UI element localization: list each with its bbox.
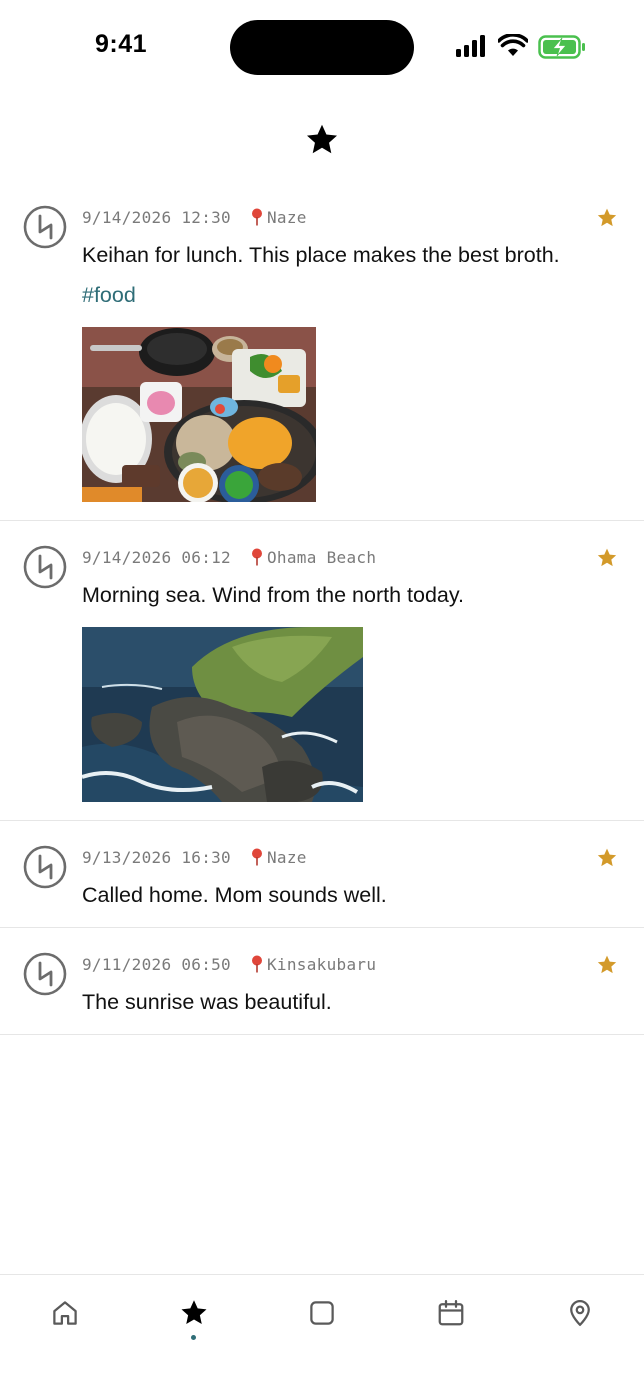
square-icon [310, 1301, 334, 1325]
favorites-star-icon [307, 124, 337, 154]
favorites-feed: 9/14/2026 12:30 Naze Keihan for lunch. T… [0, 181, 644, 1035]
tab-places[interactable] [560, 1293, 600, 1333]
entry-tag[interactable]: #food [82, 281, 644, 309]
starred-icon[interactable] [596, 207, 618, 229]
entry-location[interactable]: Naze [267, 848, 307, 867]
location-pin-icon [252, 208, 262, 226]
journal-entry[interactable]: 9/11/2026 06:50 Kinsakubaru The sunrise … [0, 928, 644, 1035]
avatar-icon [23, 545, 67, 589]
journal-entry[interactable]: 9/14/2026 06:12 Ohama Beach Morning sea.… [0, 521, 644, 821]
location-pin-icon [252, 848, 262, 866]
entry-date: 9/11/2026 06:50 [82, 954, 231, 974]
entry-date: 9/13/2026 16:30 [82, 847, 231, 867]
tab-entries[interactable] [302, 1293, 342, 1333]
entry-location[interactable]: Ohama Beach [267, 548, 376, 567]
tab-favorites[interactable] [174, 1293, 214, 1333]
starred-icon[interactable] [596, 547, 618, 569]
entry-text: The sunrise was beautiful. [82, 990, 332, 1014]
entry-date: 9/14/2026 12:30 [82, 207, 231, 227]
avatar-icon [23, 952, 67, 996]
entry-location[interactable]: Kinsakubaru [267, 955, 376, 974]
starred-icon[interactable] [596, 847, 618, 869]
battery-charging-icon [538, 35, 585, 59]
entry-meta: 9/14/2026 06:12 Ohama Beach [82, 545, 644, 569]
home-icon [53, 1301, 77, 1325]
avatar-icon [23, 845, 67, 889]
location-pin-icon [570, 1300, 590, 1326]
calendar-icon [438, 1300, 464, 1326]
coast-photo[interactable] [82, 627, 363, 802]
star-icon [181, 1300, 207, 1324]
avatar-icon [23, 205, 67, 249]
entry-location[interactable]: Naze [267, 208, 307, 227]
journal-entry[interactable]: 9/13/2026 16:30 Naze Called home. Mom so… [0, 821, 644, 928]
tab-calendar[interactable] [431, 1293, 471, 1333]
location-pin-icon [252, 955, 262, 973]
entry-meta: 9/13/2026 16:30 Naze [82, 845, 644, 869]
selected-tab-indicator [191, 1335, 196, 1340]
tab-home[interactable] [45, 1293, 85, 1333]
entry-meta: 9/14/2026 12:30 Naze [82, 205, 644, 229]
bottom-tab-bar [0, 1274, 644, 1400]
status-bar: 9:41 [0, 0, 644, 96]
entry-text: Called home. Mom sounds well. [82, 883, 387, 907]
location-pin-icon [252, 548, 262, 566]
entry-text: Keihan for lunch. This place makes the b… [82, 243, 560, 267]
wifi-icon [498, 34, 528, 56]
status-icons [455, 34, 595, 62]
food-photo[interactable] [82, 327, 316, 502]
dynamic-island [230, 20, 414, 75]
entry-text: Morning sea. Wind from the north today. [82, 583, 465, 607]
cellular-signal-icon [456, 35, 485, 57]
status-time: 9:41 [95, 30, 148, 58]
entry-meta: 9/11/2026 06:50 Kinsakubaru [82, 952, 644, 976]
starred-icon[interactable] [596, 954, 618, 976]
journal-entry[interactable]: 9/14/2026 12:30 Naze Keihan for lunch. T… [0, 181, 644, 521]
entry-date: 9/14/2026 06:12 [82, 547, 231, 567]
